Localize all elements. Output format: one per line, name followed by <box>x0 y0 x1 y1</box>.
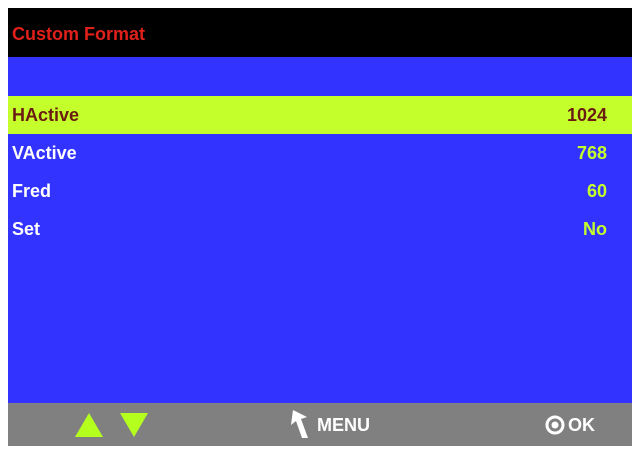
menu-item-label: VActive <box>12 143 77 163</box>
page-title: Custom Format <box>12 24 146 44</box>
menu-item-label: Set <box>12 219 41 239</box>
footer-hint-bar: MENU OK <box>8 403 632 446</box>
menu-item-value: No <box>583 219 607 239</box>
menu-item-value: 1024 <box>566 105 607 125</box>
menu-item-fred[interactable]: Fred 60 <box>8 172 632 210</box>
menu-item-value: 768 <box>576 143 607 163</box>
osd-screen: Custom Format HActive 1024 VActive 768 F… <box>8 8 632 446</box>
menu-item-hactive[interactable]: HActive 1024 <box>8 96 632 134</box>
down-arrow-icon[interactable] <box>120 413 148 437</box>
up-arrow-icon[interactable] <box>75 413 103 437</box>
back-arrow-icon[interactable] <box>290 410 310 438</box>
menu-list: HActive 1024 VActive 768 Fred 60 Set No <box>8 96 632 248</box>
title-bar: Custom Format <box>8 8 632 57</box>
menu-item-label: HActive <box>12 105 80 125</box>
menu-item-vactive[interactable]: VActive 768 <box>8 134 632 172</box>
menu-item-label: Fred <box>12 181 52 201</box>
menu-item-set[interactable]: Set No <box>8 210 632 248</box>
ok-circle-icon[interactable] <box>545 415 565 435</box>
ok-button-label[interactable]: OK <box>568 415 595 435</box>
menu-button-label[interactable]: MENU <box>317 415 370 435</box>
menu-item-value: 60 <box>586 181 607 201</box>
